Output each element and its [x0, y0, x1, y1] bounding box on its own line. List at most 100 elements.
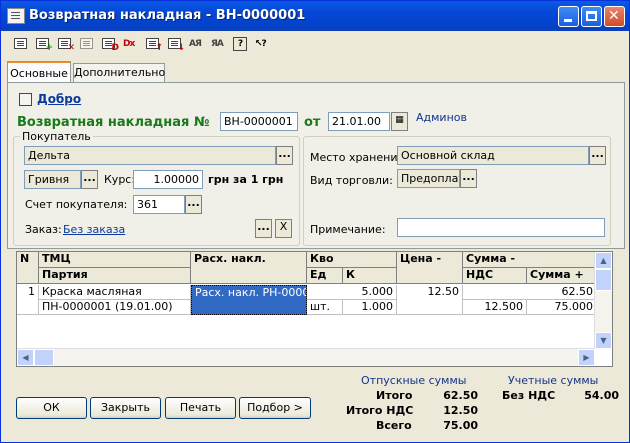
unpost-icon: Dx	[123, 39, 135, 49]
tab-additional[interactable]: Дополнительно	[73, 63, 165, 82]
new-row-icon	[14, 38, 27, 49]
storage-select-button[interactable]: ...	[589, 146, 606, 165]
pointer-help-icon: ↖?	[255, 39, 267, 49]
grand-total-label: Всего	[376, 419, 412, 432]
select-button[interactable]: Подбор >	[239, 397, 311, 419]
ok-button[interactable]: ОК	[16, 397, 87, 419]
rate-field[interactable]: 1.00000	[133, 170, 203, 189]
new-row-button[interactable]	[13, 36, 29, 52]
order-link[interactable]: Без заказа	[63, 223, 125, 236]
trade-type-select-button[interactable]: ...	[460, 169, 477, 188]
sort-desc-button[interactable]: ЯА	[211, 36, 227, 52]
scroll-thumb[interactable]	[595, 269, 612, 291]
col-header-consignment[interactable]: Расх. накл.	[191, 252, 307, 284]
toolbar: + ✕ D Dx ↑ ↓ АЯ ЯА ? ↖?	[9, 34, 309, 56]
row-up-button[interactable]: ↑	[145, 36, 163, 53]
order-clear-button[interactable]: X	[275, 219, 292, 238]
cell-batch[interactable]: ПН-0000001 (19.01.00)	[39, 300, 191, 315]
cell-item[interactable]: Краска масляная	[39, 285, 191, 300]
currency-field[interactable]: Гривня	[24, 170, 81, 189]
date-field[interactable]: 21.01.00	[328, 112, 390, 131]
buyer-select-button[interactable]: ...	[276, 146, 293, 165]
title-bar[interactable]: Возвратная накладная - ВН-0000001 ✕	[1, 1, 629, 31]
total-label: Итого	[376, 389, 413, 402]
col-header-unit[interactable]: Ед	[307, 268, 343, 284]
cell-consignment[interactable]: Расх. накл. РН-0000001	[191, 285, 307, 315]
col-header-item[interactable]: ТМЦ	[39, 252, 191, 268]
sort-asc-icon: АЯ	[189, 39, 202, 49]
scroll-left-icon[interactable]: ◀	[17, 349, 34, 366]
tab-main[interactable]: Основные	[7, 61, 71, 83]
delete-mark-button[interactable]: D	[101, 36, 119, 53]
cell-sum-plus[interactable]: 75.000	[527, 300, 597, 315]
h-scroll-thumb[interactable]	[34, 349, 54, 366]
calendar-button[interactable]: ▦	[391, 112, 408, 131]
buyer-account-field[interactable]: 361	[133, 195, 185, 214]
sort-desc-icon: ЯА	[211, 39, 224, 49]
note-label: Примечание:	[310, 223, 386, 236]
col-header-price[interactable]: Цена -	[397, 252, 463, 284]
order-select-button[interactable]: ...	[255, 219, 272, 238]
help-button[interactable]: ?	[233, 36, 249, 52]
pointer-help-button[interactable]: ↖?	[255, 36, 271, 52]
document-app-icon[interactable]	[7, 8, 25, 24]
close-window-button[interactable]: ✕	[604, 6, 625, 27]
cell-n[interactable]: 1	[17, 285, 39, 315]
storage-field[interactable]: Основной склад	[397, 146, 589, 165]
cell-price[interactable]: 12.50	[397, 285, 463, 315]
col-header-vat[interactable]: НДС	[463, 268, 527, 284]
minimize-button[interactable]	[558, 6, 579, 27]
doc-number-field[interactable]: ВН-0000001	[220, 112, 298, 131]
storage-label: Место хранения:	[310, 151, 408, 164]
trade-type-field[interactable]: Предоплат	[397, 169, 460, 188]
release-sums-header: Отпускные суммы	[361, 374, 467, 387]
cell-sum[interactable]: 62.50	[463, 285, 597, 300]
cell-vat[interactable]: 12.500	[463, 300, 527, 315]
scroll-right-icon[interactable]: ▶	[578, 349, 595, 366]
items-table[interactable]: N ТМЦ Партия Расх. накл. Кво Ед К Цена -…	[16, 251, 613, 367]
date-from-label: от	[304, 115, 321, 130]
rate-label: Курс:	[104, 173, 136, 186]
total-vat-value: 12.50	[443, 404, 478, 417]
edit-row-icon	[80, 38, 93, 49]
help-icon: ?	[233, 37, 247, 51]
copy-row-button[interactable]: +	[35, 36, 53, 53]
note-field[interactable]	[397, 218, 605, 237]
buyer-group-title: Покупатель	[20, 130, 93, 143]
doc-heading: Возвратная накладная №	[17, 115, 210, 130]
account-select-button[interactable]: ...	[185, 195, 202, 214]
unpost-button[interactable]: Dx	[123, 36, 139, 52]
cell-unit[interactable]: шт.	[307, 300, 343, 315]
col-header-batch[interactable]: Партия	[39, 268, 191, 284]
no-vat-label: Без НДС	[502, 389, 556, 402]
minimize-icon	[564, 19, 572, 22]
close-button[interactable]: Закрыть	[90, 397, 161, 419]
buyer-account-label: Счет покупателя:	[25, 198, 128, 211]
scroll-down-icon[interactable]: ▼	[595, 332, 612, 349]
edit-row-button[interactable]	[79, 36, 95, 52]
currency-select-button[interactable]: ...	[81, 170, 98, 189]
scroll-up-icon[interactable]: ▲	[595, 252, 612, 269]
dobro-checkbox[interactable]	[19, 93, 32, 106]
print-button[interactable]: Печать	[165, 397, 236, 419]
col-header-n[interactable]: N	[17, 252, 39, 284]
grand-total-value: 75.00	[443, 419, 478, 432]
col-header-sum[interactable]: Сумма -	[463, 252, 597, 268]
cell-coef[interactable]: 1.000	[343, 300, 397, 315]
table-horizontal-scrollbar[interactable]: ◀ ▶	[17, 348, 595, 366]
no-vat-value: 54.00	[584, 389, 619, 402]
sort-asc-button[interactable]: АЯ	[189, 36, 205, 52]
table-vertical-scrollbar[interactable]: ▲ ▼	[594, 252, 612, 349]
dobro-link[interactable]: Добро	[37, 92, 81, 106]
cell-qty[interactable]: 5.000	[307, 285, 397, 300]
col-header-qty[interactable]: Кво	[307, 252, 397, 268]
col-header-coef[interactable]: К	[343, 268, 397, 284]
maximize-button[interactable]	[581, 6, 602, 27]
row-down-button[interactable]: ↓	[167, 36, 185, 53]
maximize-icon	[586, 11, 597, 21]
document-window: Возвратная накладная - ВН-0000001 ✕ + ✕ …	[0, 0, 630, 443]
delete-row-button[interactable]: ✕	[57, 36, 75, 53]
main-tab-panel: Добро Возвратная накладная № ВН-0000001 …	[7, 82, 625, 249]
buyer-field[interactable]: Дельта	[24, 146, 276, 165]
col-header-sum-plus[interactable]: Сумма +	[527, 268, 597, 284]
